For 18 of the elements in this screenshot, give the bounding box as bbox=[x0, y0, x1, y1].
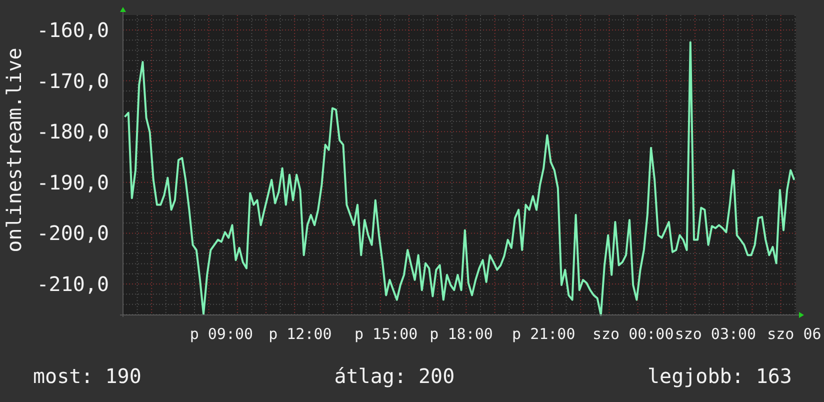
x-tick-label: szo 06 bbox=[767, 325, 822, 343]
y-tick-label: -200,0 bbox=[36, 221, 109, 246]
y-tick-label: -170,0 bbox=[36, 68, 109, 93]
stat-text: most: 190 bbox=[33, 364, 142, 388]
x-tick-label: szo 03:00 bbox=[674, 325, 756, 343]
x-tick-label: p 09:00 bbox=[190, 325, 254, 343]
y-tick-label: -190,0 bbox=[36, 170, 109, 194]
axis-title: onlinestream.live bbox=[2, 48, 26, 252]
x-tick-label: szo 00:00 bbox=[592, 325, 674, 343]
x-tick-label: p 12:00 bbox=[268, 325, 332, 343]
x-tick-label: p 18:00 bbox=[430, 325, 493, 343]
stat-text: átlag: 200 bbox=[334, 364, 455, 388]
stat-text: legjobb: 163 bbox=[647, 364, 792, 388]
x-tick-label: p 21:00 bbox=[512, 325, 576, 343]
y-tick-label: -160,0 bbox=[36, 18, 109, 42]
y-tick-label: -180,0 bbox=[36, 120, 109, 144]
y-tick-label: -210,0 bbox=[36, 272, 109, 296]
x-tick-label: p 15:00 bbox=[354, 325, 418, 343]
